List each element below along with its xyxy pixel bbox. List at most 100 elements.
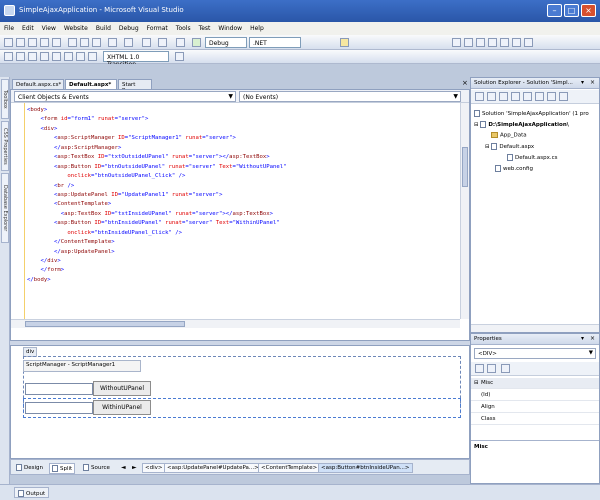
navigate-back-icon[interactable] <box>142 38 151 47</box>
tab-default-aspx-cs[interactable]: Default.aspx.cs* <box>12 79 64 89</box>
add-item-icon[interactable] <box>16 38 25 47</box>
menu-format[interactable]: Format <box>143 22 172 32</box>
default-aspx-cs-node[interactable]: Default.aspx.cs <box>507 154 557 161</box>
events-dropdown[interactable]: (No Events) ▼ <box>239 91 461 102</box>
breadcrumb-updatepanel[interactable]: <asp:UpdatePanel#UpdatePa...> <box>164 463 262 473</box>
paste-icon[interactable] <box>92 38 101 47</box>
open-icon[interactable] <box>28 38 37 47</box>
code-line[interactable]: onclick="btnOutsideUPanel_Click" /> <box>27 172 459 181</box>
collapse-icon[interactable]: ⊟ <box>485 144 490 150</box>
code-line[interactable]: <div> <box>27 125 459 134</box>
check-page-icon[interactable] <box>175 52 184 61</box>
client-objects-dropdown[interactable]: Client Objects & Events ▼ <box>14 91 236 102</box>
property-row-id[interactable]: (Id) <box>471 390 599 401</box>
outdent-icon[interactable] <box>16 52 25 61</box>
code-line[interactable]: <asp:Button ID="btnInsideUPanel" runat="… <box>27 219 459 228</box>
code-line[interactable]: <asp:ScriptManager ID="ScriptManager1" r… <box>27 134 459 143</box>
find-in-files-icon[interactable] <box>340 38 349 47</box>
code-line[interactable]: <br /> <box>27 182 459 191</box>
scroll-thumb[interactable] <box>25 321 185 327</box>
design-view[interactable]: div ScriptManager - ScriptManager1 Witho… <box>10 345 470 459</box>
menu-edit[interactable]: Edit <box>18 22 38 32</box>
scroll-thumb[interactable] <box>462 147 468 187</box>
breadcrumb-div[interactable]: <div> <box>142 463 166 473</box>
indent-icon[interactable] <box>4 52 13 61</box>
save-all-icon[interactable] <box>52 38 61 47</box>
properties-icon[interactable] <box>475 92 484 101</box>
horizontal-scrollbar[interactable] <box>11 319 460 328</box>
app-data-node[interactable]: App_Data <box>491 132 527 139</box>
view-code-icon[interactable] <box>523 92 532 101</box>
close-button[interactable]: × <box>581 4 596 17</box>
copy-website-icon[interactable] <box>547 92 556 101</box>
code-line[interactable]: onclick="btnInsideUPanel_Click" /> <box>27 229 459 238</box>
code-line[interactable]: <asp:TextBox ID="txtInsideUPanel" runat=… <box>27 210 459 219</box>
menu-help[interactable]: Help <box>246 22 268 32</box>
breadcrumb-contenttemplate[interactable]: <ContentTemplate> <box>258 463 321 473</box>
object-selector[interactable]: <DIV> ▼ <box>474 348 596 359</box>
configuration-select[interactable]: Debug <box>205 37 247 48</box>
within-upanel-button[interactable]: WithinUPanel <box>93 400 151 415</box>
copy-icon[interactable] <box>80 38 89 47</box>
menu-debug[interactable]: Debug <box>115 22 143 32</box>
redo-icon[interactable] <box>124 38 133 47</box>
pin-icon[interactable]: ▾ <box>581 335 584 342</box>
property-row-align[interactable]: Align <box>471 402 599 413</box>
solution-node[interactable]: Solution 'SimpleAjaxApplication' (1 pro <box>474 110 589 117</box>
view-designer-icon[interactable] <box>535 92 544 101</box>
property-pages-icon[interactable] <box>501 364 510 373</box>
code-line[interactable]: <form id="form1" runat="server"> <box>27 115 459 124</box>
output-tab[interactable]: Output <box>14 487 50 498</box>
code-line[interactable]: <asp:TextBox ID="txtOutsideUPanel" runat… <box>27 153 459 162</box>
solution-explorer-icon[interactable] <box>452 38 461 47</box>
undo-icon[interactable] <box>108 38 117 47</box>
code-line[interactable]: </form> <box>27 266 459 275</box>
code-editor[interactable]: Client Objects & Events ▼ (No Events) ▼ <b… <box>10 89 470 341</box>
css-properties-tab[interactable]: CSS Properties <box>1 121 9 171</box>
code-line[interactable]: <asp:UpdatePanel ID="UpdatePanel1" runat… <box>27 191 459 200</box>
properties-icon[interactable] <box>464 38 473 47</box>
cut-icon[interactable] <box>68 38 77 47</box>
navigate-forward-icon[interactable] <box>158 38 167 47</box>
bookmark-icon[interactable] <box>52 52 61 61</box>
doctype-select[interactable]: XHTML 1.0 Transition... <box>103 51 169 68</box>
database-explorer-tab[interactable]: Database Explorer <box>1 173 9 243</box>
web-config-node[interactable]: web.config <box>495 165 533 172</box>
project-node[interactable]: ⊟ D:\SimpleAjaxApplication\ <box>474 121 569 128</box>
pin-icon[interactable]: ▾ <box>581 79 584 86</box>
clear-bookmarks-icon[interactable] <box>88 52 97 61</box>
extensions-icon[interactable] <box>524 38 533 47</box>
show-all-files-icon[interactable] <box>487 92 496 101</box>
next-bookmark-icon[interactable] <box>76 52 85 61</box>
code-line[interactable]: </ContentTemplate> <box>27 238 459 247</box>
menu-tools[interactable]: Tools <box>172 22 195 32</box>
close-tab-icon[interactable]: × <box>462 79 468 87</box>
tab-start-page[interactable]: Start Page <box>118 79 152 94</box>
source-view-tab[interactable]: Source <box>81 463 112 472</box>
menu-view[interactable]: View <box>38 22 60 32</box>
toolbox-tab[interactable]: Toolbox <box>1 79 9 119</box>
start-page-icon[interactable] <box>500 38 509 47</box>
refresh-icon[interactable] <box>499 92 508 101</box>
menu-build[interactable]: Build <box>92 22 115 32</box>
source-code[interactable]: <body> <form id="form1" runat="server"> … <box>27 106 459 318</box>
prev-bookmark-icon[interactable] <box>64 52 73 61</box>
collapse-icon[interactable]: ⊟ <box>474 380 479 386</box>
without-upanel-button[interactable]: WithoutUPanel <box>93 381 151 396</box>
code-line[interactable]: </asp:UpdatePanel> <box>27 248 459 257</box>
breadcrumb-button[interactable]: <asp:Button#btnInsideUPan...> <box>318 463 413 473</box>
menu-file[interactable]: File <box>0 22 18 32</box>
crumb-scroll-left-icon[interactable]: ◄ <box>121 464 126 471</box>
find-icon[interactable] <box>176 38 185 47</box>
inside-textbox[interactable] <box>25 402 93 414</box>
menu-website[interactable]: Website <box>60 22 92 32</box>
menu-test[interactable]: Test <box>195 22 215 32</box>
default-aspx-node[interactable]: ⊟ Default.aspx <box>485 143 534 150</box>
property-category-misc[interactable]: ⊟ Misc <box>471 378 599 389</box>
close-icon[interactable]: × <box>590 335 595 342</box>
alphabetical-icon[interactable] <box>487 364 496 373</box>
vertical-scrollbar[interactable] <box>460 103 469 319</box>
tab-default-aspx[interactable]: Default.aspx* <box>65 79 117 89</box>
nest-related-icon[interactable] <box>511 92 520 101</box>
save-icon[interactable] <box>40 38 49 47</box>
